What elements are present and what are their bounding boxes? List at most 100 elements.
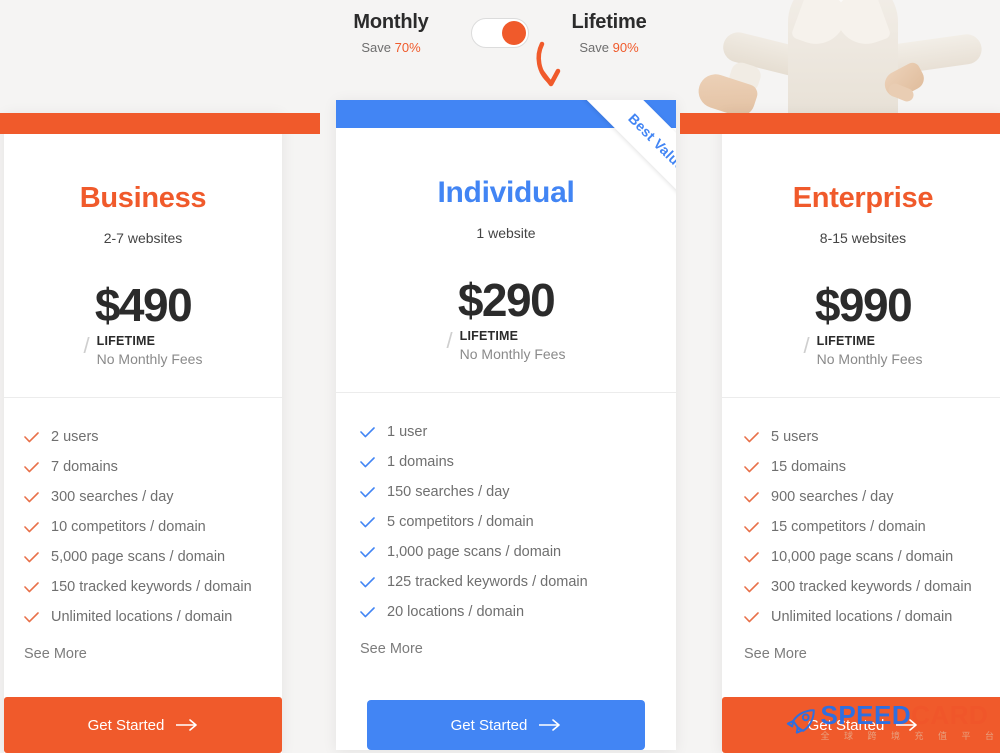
price-term-group: LIFETIME No Monthly Fees <box>817 334 923 369</box>
feature-label: 15 competitors / domain <box>771 519 926 535</box>
card-body: Enterprise 8-15 websites $990 / LIFETIME… <box>722 182 1000 662</box>
check-icon <box>360 576 375 587</box>
price-term-note: No Monthly Fees <box>816 351 923 367</box>
get-started-button[interactable]: Get Started <box>4 697 282 753</box>
lifetime-label: Lifetime <box>571 11 647 33</box>
get-started-button[interactable]: Get Started <box>722 697 1000 753</box>
feature-label: 5 competitors / domain <box>387 514 534 530</box>
monthly-label: Monthly <box>353 11 429 33</box>
check-icon <box>360 456 375 467</box>
feature-label: 1 domains <box>387 454 454 470</box>
list-item: 7 domains <box>24 452 282 482</box>
list-item: 150 tracked keywords / domain <box>24 572 282 602</box>
list-item: 10 competitors / domain <box>24 512 282 542</box>
check-icon <box>744 611 759 622</box>
feature-label: 7 domains <box>51 459 118 475</box>
price-slash: / <box>83 333 90 358</box>
feature-list: 2 users 7 domains 300 searches / day 10 … <box>4 398 282 662</box>
feature-label: 125 tracked keywords / domain <box>387 574 588 590</box>
list-item: 1 user <box>360 417 676 447</box>
check-icon <box>24 491 39 502</box>
see-more-link[interactable]: See More <box>360 641 676 657</box>
get-started-label: Get Started <box>807 716 885 734</box>
plan-websites: 1 website <box>476 225 536 241</box>
feature-label: 150 tracked keywords / domain <box>51 579 252 595</box>
list-item: 5,000 page scans / domain <box>24 542 282 572</box>
list-item: 1,000 page scans / domain <box>360 537 676 567</box>
lifetime-label-group[interactable]: Lifetime Save 90% <box>549 6 669 56</box>
list-item: 1 domains <box>360 447 676 477</box>
pricing-cards-row: Business 2-7 websites $490 / LIFETIME No… <box>0 0 1000 753</box>
lifetime-save-prefix: Save <box>579 40 613 55</box>
monthly-label-group[interactable]: Monthly Save 70% <box>331 6 451 56</box>
feature-label: 20 locations / domain <box>387 604 525 620</box>
feature-label: 5,000 page scans / domain <box>51 549 226 565</box>
billing-toggle-switch[interactable] <box>471 18 529 48</box>
price-meta: / LIFETIME No Monthly Fees <box>447 329 566 364</box>
price-term: LIFETIME <box>459 329 519 343</box>
check-icon <box>24 611 39 622</box>
price-slash: / <box>446 328 453 353</box>
check-icon <box>24 431 39 442</box>
feature-list: 5 users 15 domains 900 searches / day 15… <box>722 398 1000 662</box>
price-term: LIFETIME <box>96 334 156 348</box>
price-slash: / <box>803 333 810 358</box>
check-icon <box>360 546 375 557</box>
check-icon <box>360 486 375 497</box>
billing-period-toggle-bar: Monthly Save 70% Lifetime Save 90% <box>0 0 1000 110</box>
toggle-knob[interactable] <box>502 21 526 45</box>
list-item: 5 users <box>744 422 1000 452</box>
feature-label: Unlimited locations / domain <box>51 609 233 625</box>
orange-bleed-bar-left <box>0 113 320 134</box>
cta-container: Get Started <box>722 697 1000 753</box>
check-icon <box>24 461 39 472</box>
plan-price: $290 <box>457 274 556 326</box>
feature-label: 300 searches / day <box>51 489 174 505</box>
card-body: Individual 1 website $290 / LIFETIME No … <box>336 176 676 657</box>
feature-label: 15 domains <box>771 459 846 475</box>
plan-price: $490 <box>94 279 193 331</box>
lifetime-save-percent: 90% <box>612 40 639 55</box>
get-started-label: Get Started <box>450 716 528 734</box>
get-started-button[interactable]: Get Started <box>367 700 645 750</box>
see-more-link[interactable]: See More <box>744 646 1000 662</box>
check-icon <box>744 491 759 502</box>
list-item: 2 users <box>24 422 282 452</box>
arrow-right-icon <box>176 719 198 731</box>
list-item: Unlimited locations / domain <box>24 602 282 632</box>
lifetime-save-text: Save 90% <box>549 39 669 56</box>
price-meta: / LIFETIME No Monthly Fees <box>84 334 203 369</box>
list-item: 150 searches / day <box>360 477 676 507</box>
price-term-note: No Monthly Fees <box>96 351 203 367</box>
feature-list: 1 user 1 domains 150 searches / day 5 co… <box>336 393 676 657</box>
check-icon <box>360 606 375 617</box>
feature-label: 1 user <box>387 424 428 440</box>
monthly-save-text: Save 70% <box>331 39 451 56</box>
feature-label: 1,000 page scans / domain <box>387 544 562 560</box>
orange-bleed-bar-right <box>680 113 1000 134</box>
plan-websites: 2-7 websites <box>103 230 183 246</box>
price-term-group: LIFETIME No Monthly Fees <box>460 329 566 364</box>
feature-label: 10 competitors / domain <box>51 519 206 535</box>
plan-websites: 8-15 websites <box>819 230 907 246</box>
pricing-card-enterprise: Enterprise 8-15 websites $990 / LIFETIME… <box>722 113 1000 753</box>
list-item: 15 competitors / domain <box>744 512 1000 542</box>
price-block: $990 / LIFETIME No Monthly Fees <box>722 280 1000 369</box>
check-icon <box>360 426 375 437</box>
check-icon <box>744 581 759 592</box>
see-more-link[interactable]: See More <box>24 646 282 662</box>
arrow-right-icon <box>896 719 918 731</box>
list-item: 300 tracked keywords / domain <box>744 572 1000 602</box>
list-item: 300 searches / day <box>24 482 282 512</box>
feature-label: 2 users <box>51 429 99 445</box>
price-block: $290 / LIFETIME No Monthly Fees <box>336 275 676 364</box>
list-item: 5 competitors / domain <box>360 507 676 537</box>
feature-label: 300 tracked keywords / domain <box>771 579 972 595</box>
price-block: $490 / LIFETIME No Monthly Fees <box>4 280 282 369</box>
monthly-save-percent: 70% <box>394 40 421 55</box>
check-icon <box>24 581 39 592</box>
list-item: 15 domains <box>744 452 1000 482</box>
price-meta: / LIFETIME No Monthly Fees <box>804 334 923 369</box>
price-term-note: No Monthly Fees <box>459 346 566 362</box>
feature-label: 5 users <box>771 429 819 445</box>
